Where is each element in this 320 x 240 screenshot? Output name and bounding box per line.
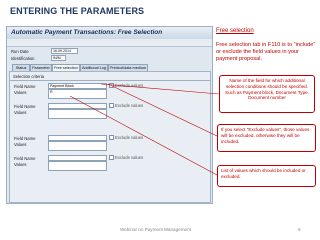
exclude-values-checkbox-3[interactable] — [109, 135, 114, 140]
tab-printout-data-medium[interactable]: Printout/data medium — [108, 64, 148, 71]
free-selection-description: Free selection tab in F110 is to "includ… — [216, 42, 316, 62]
callout-values-list: List of values which should be included … — [217, 165, 316, 187]
exclude-values-label: Exclude values — [115, 83, 144, 88]
tab-additional-log[interactable]: Additional Log — [80, 64, 108, 71]
sap-window-title: Automatic Payment Transactions: Free Sel… — [11, 29, 163, 36]
free-selection-heading: Free selection — [216, 28, 254, 34]
run-date-field[interactable]: 16.09.2014 — [51, 48, 78, 54]
exclude-values-checkbox-1[interactable] — [109, 83, 114, 88]
slide-title: ENTERING THE PARAMETERS — [10, 6, 145, 16]
selection-criteria-title: Selection criteria — [13, 74, 44, 79]
slide-footer: Webinar on Payment Management — [120, 227, 191, 232]
run-date-label: Run Date — [11, 49, 29, 54]
callout-exclude-values: If you select "Exclude values", those va… — [217, 124, 316, 152]
values-input-2[interactable] — [48, 109, 107, 119]
values-label: Values — [14, 90, 27, 95]
values-input-1[interactable]: R — [48, 89, 107, 99]
values-label: Values — [14, 162, 27, 167]
values-label: Values — [14, 142, 27, 147]
identification-label: Identification — [11, 56, 35, 61]
field-name-label: Field Name — [14, 104, 36, 109]
callout-field-name: Name of the field for which additional s… — [219, 75, 315, 113]
sap-window: Automatic Payment Transactions: Free Sel… — [6, 26, 213, 204]
exclude-values-label: Exclude values — [115, 135, 144, 140]
exclude-values-checkbox-2[interactable] — [109, 103, 114, 108]
exclude-values-label: Exclude values — [115, 155, 144, 160]
sap-toolbar — [7, 39, 212, 47]
selection-criteria-panel: Selection criteria Field Name Payment Bl… — [9, 71, 211, 203]
field-name-label: Field Name — [14, 84, 36, 89]
values-input-3[interactable] — [48, 141, 107, 151]
values-input-4[interactable] — [48, 161, 107, 171]
sap-title-bar: Automatic Payment Transactions: Free Sel… — [7, 27, 212, 39]
criteria-divider — [10, 80, 210, 81]
tab-status[interactable]: Status — [12, 64, 30, 71]
field-name-label: Field Name — [14, 136, 36, 141]
page-number: 9 — [298, 227, 301, 232]
values-label: Values — [14, 110, 27, 115]
exclude-values-checkbox-4[interactable] — [109, 155, 114, 160]
field-name-label: Field Name — [14, 156, 36, 161]
tab-parameter[interactable]: Parameter — [30, 64, 52, 71]
exclude-values-label: Exclude values — [115, 103, 144, 108]
identification-field[interactable]: IN/M — [51, 55, 66, 61]
